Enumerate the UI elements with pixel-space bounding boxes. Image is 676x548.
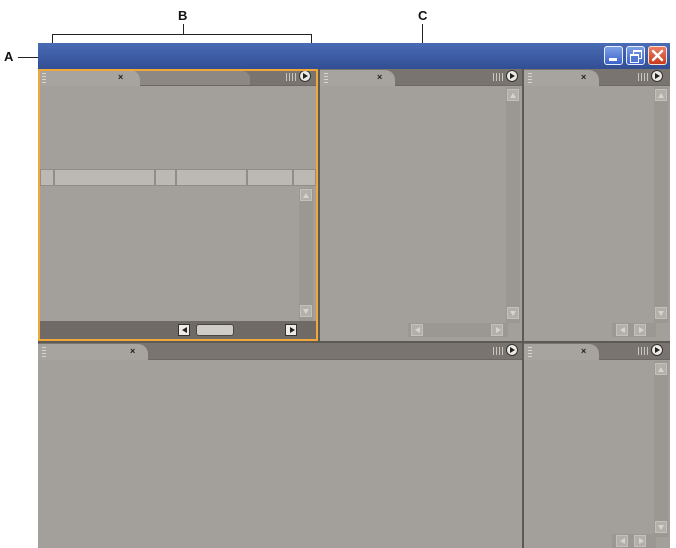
panel-menu-grip-icon [493,347,503,355]
horizontal-scrollbar[interactable] [612,323,656,337]
panel-menu-button[interactable] [651,344,663,356]
panel-bottom-left: × [38,343,522,548]
panel-menu-button[interactable] [651,70,663,82]
tab-active[interactable]: × [38,70,140,86]
tab-close-button[interactable]: × [118,72,123,82]
column-header[interactable] [293,169,316,186]
callout-a: A [4,49,14,64]
scroll-left-arrow-icon[interactable] [178,324,190,336]
panel-menu-button[interactable] [506,70,518,82]
column-header[interactable] [155,169,176,186]
scroll-up-arrow-icon[interactable] [655,363,667,375]
tab-grip-icon [42,73,46,83]
tab-active[interactable]: × [524,344,599,360]
panel-menu-grip-icon [286,73,296,81]
close-window-button[interactable] [648,46,667,65]
panel-top-left: × [38,69,318,341]
callout-b-bracket [52,34,311,35]
horizontal-scrollbar[interactable] [612,534,656,548]
tab-strip: × [38,69,318,86]
scroll-left-arrow-icon[interactable] [411,324,423,336]
scroll-left-arrow-icon[interactable] [616,324,628,336]
tab-inactive[interactable] [134,71,196,85]
scroll-left-arrow-icon[interactable] [616,535,628,547]
minimize-button[interactable] [604,46,623,65]
minimize-icon [609,58,617,61]
tab-strip: × [38,343,522,360]
scroll-up-arrow-icon[interactable] [655,89,667,101]
application-title-bar[interactable] [38,43,670,69]
scroll-thumb[interactable] [196,324,234,336]
horizontal-scrollbar[interactable] [40,321,316,339]
callout-b: B [178,8,188,23]
vertical-scrollbar[interactable] [654,361,668,537]
panel-menu-grip-icon [493,73,503,81]
tab-active[interactable]: × [524,70,599,86]
scroll-right-arrow-icon[interactable] [285,324,297,336]
tab-close-button[interactable]: × [377,72,382,82]
tab-active[interactable]: × [38,344,148,360]
vertical-scrollbar[interactable] [654,87,668,323]
callout-a-leader [18,57,38,58]
tab-close-button[interactable]: × [581,346,586,356]
scroll-up-arrow-icon[interactable] [300,189,312,201]
scroll-down-arrow-icon[interactable] [655,307,667,319]
panel-menu-button[interactable] [506,344,518,356]
scroll-right-arrow-icon[interactable] [634,324,646,336]
tab-strip: × [524,343,670,360]
scroll-right-arrow-icon[interactable] [634,535,646,547]
panel-top-right: × [524,69,670,341]
tab-inactive[interactable] [188,71,250,85]
column-header[interactable] [40,169,54,186]
scroll-up-arrow-icon[interactable] [507,89,519,101]
tab-grip-icon [324,73,328,83]
panel-menu-grip-icon [638,347,648,355]
restore-button[interactable] [626,46,645,65]
vertical-scrollbar[interactable] [506,87,520,323]
close-icon [651,49,664,62]
scroll-right-arrow-icon[interactable] [491,324,503,336]
panel-top-middle: × [320,69,522,341]
panel-menu-grip-icon [638,73,648,81]
tab-strip: × [320,69,522,86]
vertical-scrollbar[interactable] [299,188,313,322]
scroll-down-arrow-icon[interactable] [507,307,519,319]
column-header[interactable] [54,169,155,186]
callout-c: C [418,8,428,23]
column-header-row [40,169,316,186]
panel-menu-button[interactable] [299,70,311,82]
tab-strip: × [524,69,670,86]
tab-grip-icon [528,73,532,83]
tab-grip-icon [42,347,46,357]
column-header[interactable] [176,169,247,186]
horizontal-scrollbar[interactable] [408,323,508,337]
tab-close-button[interactable]: × [130,346,135,356]
tab-close-button[interactable]: × [581,72,586,82]
scroll-down-arrow-icon[interactable] [300,305,312,317]
column-header[interactable] [247,169,293,186]
tab-active[interactable]: × [320,70,395,86]
scroll-down-arrow-icon[interactable] [655,521,667,533]
tab-grip-icon [528,347,532,357]
panel-bottom-right: × [524,343,670,548]
